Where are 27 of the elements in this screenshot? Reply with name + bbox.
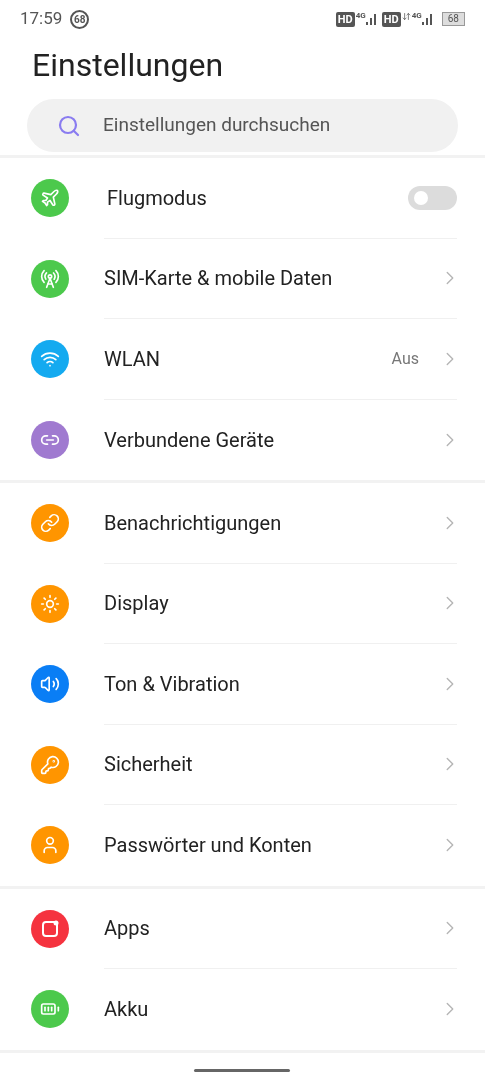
signal-icon — [365, 13, 376, 25]
search-field[interactable]: Einstellungen durchsuchen — [27, 99, 458, 152]
setting-label[interactable]: Ton & Vibration — [104, 668, 439, 699]
setting-label[interactable]: Display — [104, 588, 439, 619]
setting-label[interactable]: Sicherheit — [104, 749, 439, 780]
home-indicator[interactable] — [194, 1069, 290, 1072]
setting-label[interactable]: Benachrichtigungen — [104, 507, 439, 538]
battery-indicator: 68 — [441, 12, 465, 26]
setting-label[interactable]: Flugmodus — [107, 182, 408, 213]
setting-label[interactable]: Akku — [104, 994, 439, 1025]
setting-value: Aus — [391, 347, 419, 370]
search-icon — [57, 113, 81, 138]
toggle-switch[interactable] — [408, 185, 457, 210]
notification-badge: 68 — [70, 9, 90, 29]
setting-label[interactable]: WLAN — [104, 343, 392, 374]
network-type: 4G — [401, 9, 422, 22]
hd-badge: HD — [335, 11, 355, 27]
setting-label[interactable]: SIM-Karte & mobile Daten — [104, 263, 439, 294]
setting-label[interactable]: Passwörter und Konten — [104, 830, 439, 861]
setting-label[interactable]: Apps — [104, 913, 439, 944]
setting-label[interactable]: Verbundene Geräte — [104, 424, 439, 455]
signal-icon — [421, 13, 432, 25]
hd-badge: HD — [381, 11, 401, 27]
search-input[interactable]: Einstellungen durchsuchen — [103, 111, 428, 140]
clock: 17:59 — [20, 7, 63, 31]
page-title: Einstellungen — [32, 45, 225, 86]
network-type: 4G — [355, 9, 366, 22]
